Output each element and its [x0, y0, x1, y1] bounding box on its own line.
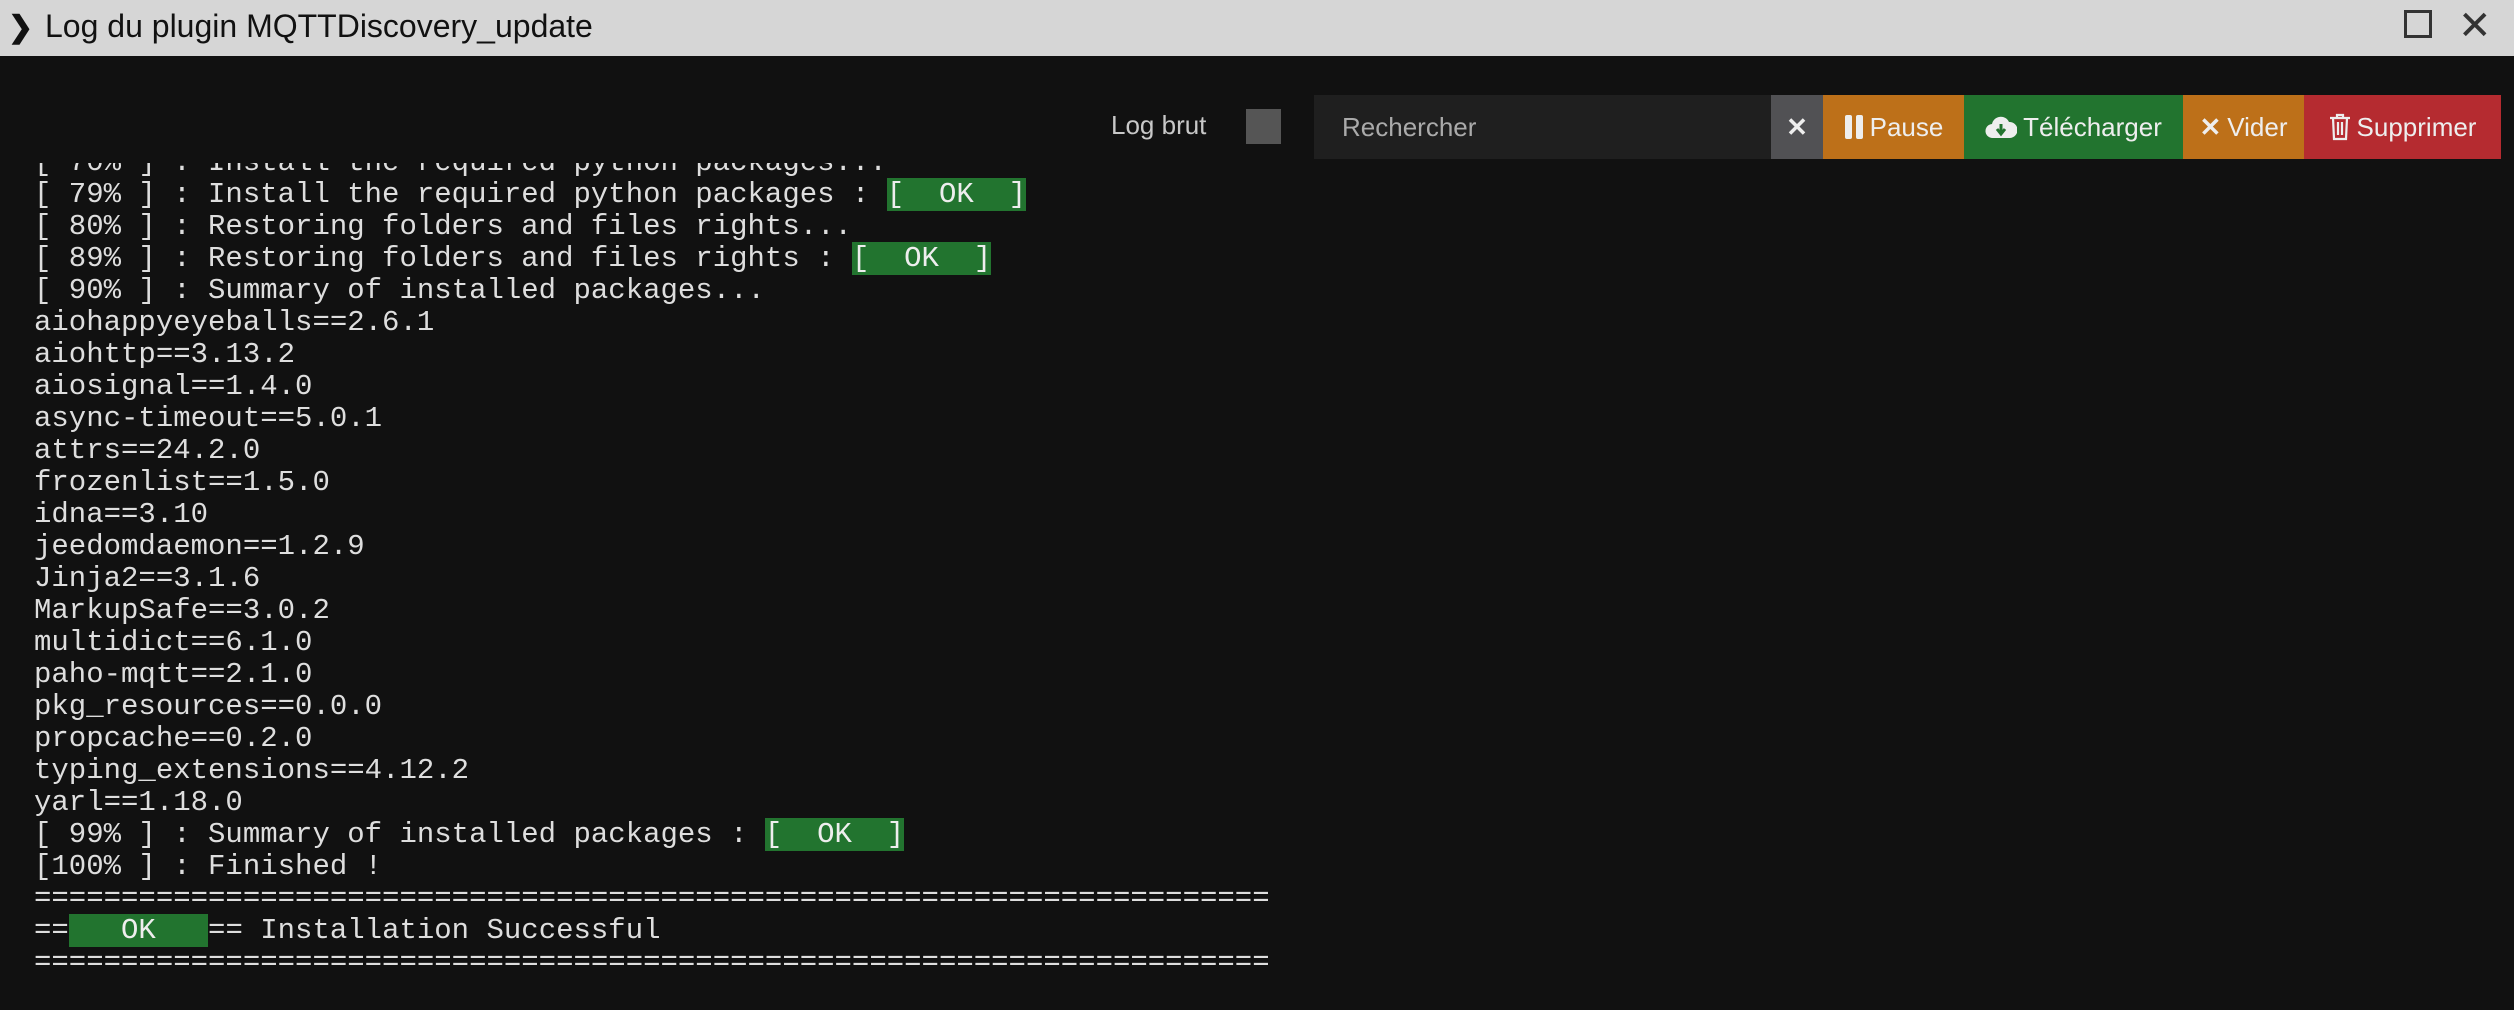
- log-line: aiohappyeyeballs==2.6.1: [34, 307, 2494, 339]
- log-line-text: frozenlist==1.5.0: [34, 466, 330, 499]
- log-line-text: Jinja2==3.1.6: [34, 562, 261, 595]
- log-brut-label: Log brut: [1111, 110, 1207, 140]
- log-line-text: jeedomdaemon==1.2.9: [34, 530, 365, 563]
- log-line: pkg_resources==0.0.0: [34, 691, 2494, 723]
- log-line-text: [ 90% ] : Summary of installed packages.…: [34, 274, 765, 307]
- log-line: yarl==1.18.0: [34, 787, 2494, 819]
- log-line-text: ==: [34, 914, 69, 947]
- ok-badge: [ OK ]: [886, 178, 1026, 211]
- download-label: Télécharger: [2023, 111, 2162, 142]
- log-line: async-timeout==5.0.1: [34, 403, 2494, 435]
- log-line-text: idna==3.10: [34, 498, 209, 531]
- delete-label: Supprimer: [2356, 111, 2477, 142]
- ok-badge: [ OK ]: [851, 242, 992, 275]
- delete-log-button[interactable]: Supprimer: [2304, 95, 2501, 159]
- log-line: propcache==0.2.0: [34, 723, 2494, 755]
- trash-icon: [2329, 113, 2350, 141]
- x-icon: ✕: [2199, 111, 2222, 142]
- log-line-text: [ 99% ] : Summary of installed packages …: [34, 818, 765, 851]
- ok-badge: OK: [68, 914, 209, 947]
- pause-icon: [1844, 115, 1863, 139]
- log-line: [ 70% ] : Install the required python pa…: [34, 163, 2494, 179]
- ok-badge: [ OK ]: [764, 818, 905, 851]
- log-line-text: paho-mqtt==2.1.0: [34, 658, 313, 691]
- log-line: [ 99% ] : Summary of installed packages …: [34, 818, 2494, 851]
- log-line: == OK == Installation Successful: [34, 914, 2494, 947]
- log-line: [ 89% ] : Restoring folders and files ri…: [34, 242, 2494, 275]
- log-line: aiohttp==3.13.2: [34, 339, 2494, 371]
- log-line-text: typing_extensions==4.12.2: [34, 754, 470, 787]
- log-line-text: pkg_resources==0.0.0: [34, 690, 383, 723]
- chevron-right-icon[interactable]: ❯: [8, 10, 33, 45]
- log-line-text: multidict==6.1.0: [34, 626, 313, 659]
- pause-button[interactable]: Pause: [1823, 95, 1964, 159]
- pause-label: Pause: [1869, 111, 1944, 142]
- log-line-text: propcache==0.2.0: [34, 722, 313, 755]
- log-line-text: aiohttp==3.13.2: [34, 338, 296, 371]
- log-line: paho-mqtt==2.1.0: [34, 659, 2494, 691]
- log-line: frozenlist==1.5.0: [34, 467, 2494, 499]
- cloud-download-icon: [1985, 116, 2018, 139]
- log-line: ========================================…: [34, 947, 2494, 979]
- log-line-suffix: == Installation Successful: [208, 914, 661, 947]
- log-lines: [ 70% ] : Install the required python pa…: [34, 163, 2494, 979]
- window-title: Log du plugin MQTTDiscovery_update: [45, 8, 593, 44]
- log-line-text: async-timeout==5.0.1: [34, 402, 383, 435]
- log-output[interactable]: [ 70% ] : Install the required python pa…: [34, 163, 2494, 1010]
- log-line-text: [100% ] : Finished !: [34, 850, 383, 883]
- log-line-text: yarl==1.18.0: [34, 786, 243, 819]
- log-line-text: aiohappyeyeballs==2.6.1: [34, 306, 435, 339]
- log-line: Jinja2==3.1.6: [34, 563, 2494, 595]
- log-line-text: MarkupSafe==3.0.2: [34, 594, 330, 627]
- log-line: aiosignal==1.4.0: [34, 371, 2494, 403]
- close-icon[interactable]: ✕: [2458, 0, 2492, 52]
- log-line: attrs==24.2.0: [34, 435, 2494, 467]
- empty-label: Vider: [2227, 111, 2288, 142]
- clear-search-button[interactable]: ✕: [1771, 95, 1823, 159]
- log-line: idna==3.10: [34, 499, 2494, 531]
- empty-log-button[interactable]: ✕ Vider: [2183, 95, 2304, 159]
- maximize-icon[interactable]: [2404, 10, 2432, 38]
- log-brut-checkbox[interactable]: [1246, 109, 1281, 144]
- log-line: jeedomdaemon==1.2.9: [34, 531, 2494, 563]
- log-line: multidict==6.1.0: [34, 627, 2494, 659]
- log-line: [ 80% ] : Restoring folders and files ri…: [34, 211, 2494, 243]
- log-line-text: ========================================…: [34, 882, 1270, 915]
- log-line: ========================================…: [34, 883, 2494, 915]
- log-line-text: [ 80% ] : Restoring folders and files ri…: [34, 210, 852, 243]
- log-line-text: [ 70% ] : Install the required python pa…: [34, 163, 887, 179]
- log-line-text: ========================================…: [34, 946, 1270, 979]
- download-button[interactable]: Télécharger: [1964, 95, 2183, 159]
- close-icon: ✕: [1786, 111, 1808, 142]
- log-line: [100% ] : Finished !: [34, 851, 2494, 883]
- log-line-text: [ 89% ] : Restoring folders and files ri…: [34, 242, 852, 275]
- log-line-text: [ 79% ] : Install the required python pa…: [34, 178, 887, 211]
- search-input[interactable]: [1314, 95, 1771, 159]
- log-line: [ 90% ] : Summary of installed packages.…: [34, 275, 2494, 307]
- log-line: MarkupSafe==3.0.2: [34, 595, 2494, 627]
- log-line-text: aiosignal==1.4.0: [34, 370, 313, 403]
- log-line-text: attrs==24.2.0: [34, 434, 261, 467]
- log-line: [ 79% ] : Install the required python pa…: [34, 178, 2494, 211]
- log-line: typing_extensions==4.12.2: [34, 755, 2494, 787]
- window-titlebar: ❯ Log du plugin MQTTDiscovery_update ✕: [0, 0, 2514, 56]
